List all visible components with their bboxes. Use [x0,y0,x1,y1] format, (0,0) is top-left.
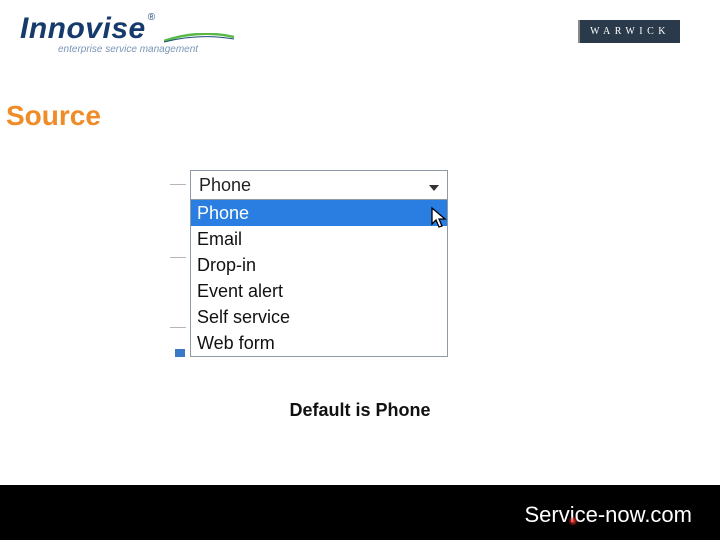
field-divider [170,327,186,328]
page-title: Source [6,100,720,132]
servicenow-logo: Service-now.com [524,502,692,528]
registered-mark: ® [148,12,155,23]
dropdown-selected-value: Phone [199,175,251,195]
source-dropdown[interactable]: Phone Phone Email Drop-in Event alert Se… [190,170,448,357]
dropdown-option-self-service[interactable]: Self service [191,304,447,330]
warwick-logo: WARWICK [578,20,680,43]
field-marker [175,349,185,357]
brand-tagline: enterprise service management [58,44,234,55]
chevron-down-icon [429,171,439,199]
logo-part-a: Serv [524,502,569,527]
brand-name: Innovise [20,12,146,45]
caption: Default is Phone [0,400,720,421]
swoosh-icon [164,30,234,38]
innovise-logo: Innovise® enterprise service management [20,12,234,55]
field-divider [170,257,186,258]
logo-part-b: ice-now [570,502,645,527]
field-divider [170,184,186,185]
logo-part-c: .com [644,502,692,527]
dropdown-option-email[interactable]: Email [191,226,447,252]
dropdown-option-drop-in[interactable]: Drop-in [191,252,447,278]
dropdown-option-event-alert[interactable]: Event alert [191,278,447,304]
dropdown-option-phone[interactable]: Phone [191,200,447,226]
dropdown-listbox[interactable]: Phone Email Drop-in Event alert Self ser… [190,200,448,357]
footer-bar: Service-now.com [0,485,720,540]
dropdown-option-web-form[interactable]: Web form [191,330,447,356]
dropdown-selected[interactable]: Phone [190,170,448,200]
